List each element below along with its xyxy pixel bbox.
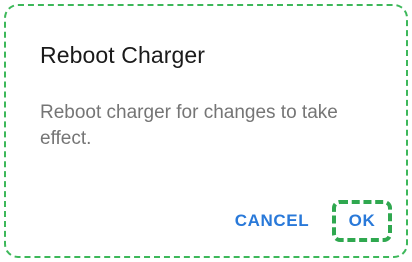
ok-button[interactable]: OK bbox=[332, 200, 392, 242]
cancel-button[interactable]: CANCEL bbox=[224, 200, 320, 242]
dialog-message: Reboot charger for changes to take effec… bbox=[40, 102, 338, 149]
reboot-dialog: Reboot Charger Reboot charger for change… bbox=[4, 4, 408, 258]
dialog-title: Reboot Charger bbox=[40, 42, 206, 68]
